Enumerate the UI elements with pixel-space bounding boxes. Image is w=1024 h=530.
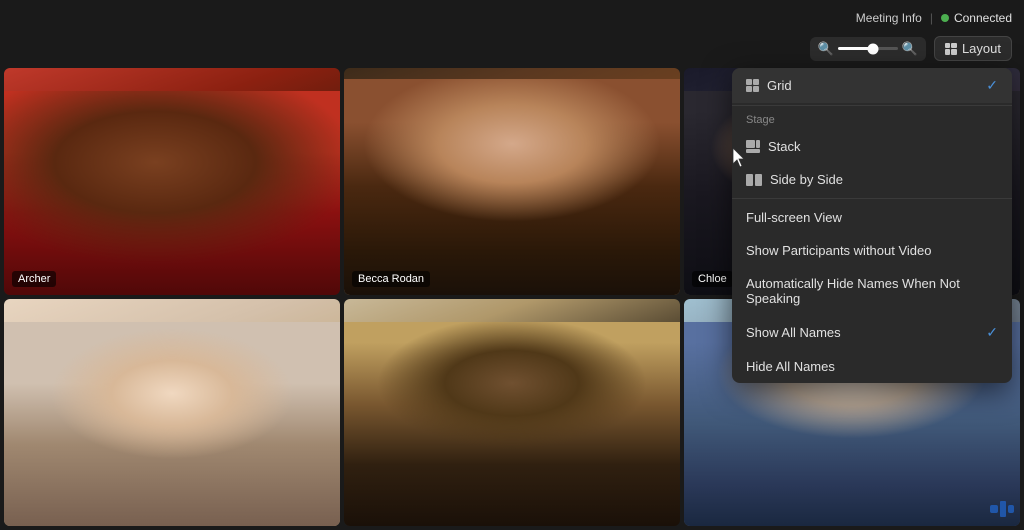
show-all-names-check: ✓ [986, 324, 998, 341]
layout-icon [945, 43, 957, 55]
divider-2 [732, 198, 1012, 199]
connection-status: Connected [941, 11, 1012, 25]
dropdown-item-show-no-video[interactable]: Show Participants without Video [732, 234, 1012, 267]
connection-dot [941, 14, 949, 22]
dropdown-item-stack[interactable]: Stack [732, 130, 1012, 163]
layout-dropdown: Grid ✓ Stage Stack Side by Side [732, 68, 1012, 383]
divider-1 [732, 105, 1012, 106]
layout-label: Layout [962, 41, 1001, 56]
show-all-names-left: Show All Names [746, 325, 841, 340]
dropdown-item-auto-hide[interactable]: Automatically Hide Names When Not Speaki… [732, 267, 1012, 315]
fullscreen-label: Full-screen View [746, 210, 842, 225]
connected-label: Connected [954, 11, 1012, 25]
stack-label: Stack [768, 139, 801, 154]
layout-button[interactable]: Layout [934, 36, 1012, 61]
top-bar: Meeting Info | Connected [0, 0, 1024, 36]
zoom-slider[interactable] [838, 47, 898, 50]
video-cell-bottom-left [4, 299, 340, 526]
zoom-in-icon[interactable]: 🔍 [902, 41, 918, 57]
dropdown-item-sbs-left: Side by Side [746, 172, 843, 187]
separator: | [930, 11, 933, 25]
person-bl [4, 322, 340, 526]
dropdown-item-hide-all-names[interactable]: Hide All Names [732, 350, 1012, 383]
auto-hide-label: Automatically Hide Names When Not Speaki… [746, 276, 998, 306]
dropdown-item-grid[interactable]: Grid ✓ [732, 68, 1012, 103]
zoom-thumb[interactable] [867, 43, 878, 54]
grid-check-icon: ✓ [986, 77, 998, 94]
dropdown-item-grid-left: Grid [746, 78, 792, 93]
video-cell-bottom-mid [344, 299, 680, 526]
video-cell-becca: Becca Rodan [344, 68, 680, 295]
dropdown-item-sidebyside[interactable]: Side by Side [732, 163, 1012, 196]
side-by-side-icon [746, 174, 762, 186]
show-all-names-label: Show All Names [746, 325, 841, 340]
watermark [990, 501, 1014, 522]
stage-section-label: Stage [732, 108, 1012, 130]
grid-label: Grid [767, 78, 792, 93]
stack-icon [746, 140, 760, 153]
zoom-out-icon[interactable]: 🔍 [818, 41, 834, 57]
meeting-info-button[interactable]: Meeting Info [856, 11, 922, 25]
dropdown-item-show-all-names[interactable]: Show All Names ✓ [732, 315, 1012, 350]
name-tag-archer: Archer [12, 271, 56, 287]
video-cell-archer: Archer [4, 68, 340, 295]
person-becca [344, 79, 680, 295]
hide-all-names-label: Hide All Names [746, 359, 835, 374]
side-by-side-label: Side by Side [770, 172, 843, 187]
show-no-video-label: Show Participants without Video [746, 243, 931, 258]
dropdown-item-stack-left: Stack [746, 139, 801, 154]
controls-bar: 🔍 🔍 Layout [810, 36, 1012, 61]
zoom-control[interactable]: 🔍 🔍 [810, 37, 926, 61]
person-archer [4, 91, 340, 295]
person-bm [344, 322, 680, 526]
grid-icon [746, 79, 759, 92]
name-tag-becca: Becca Rodan [352, 271, 430, 287]
dropdown-item-fullscreen[interactable]: Full-screen View [732, 201, 1012, 234]
name-tag-chloe: Chloe [692, 271, 733, 287]
